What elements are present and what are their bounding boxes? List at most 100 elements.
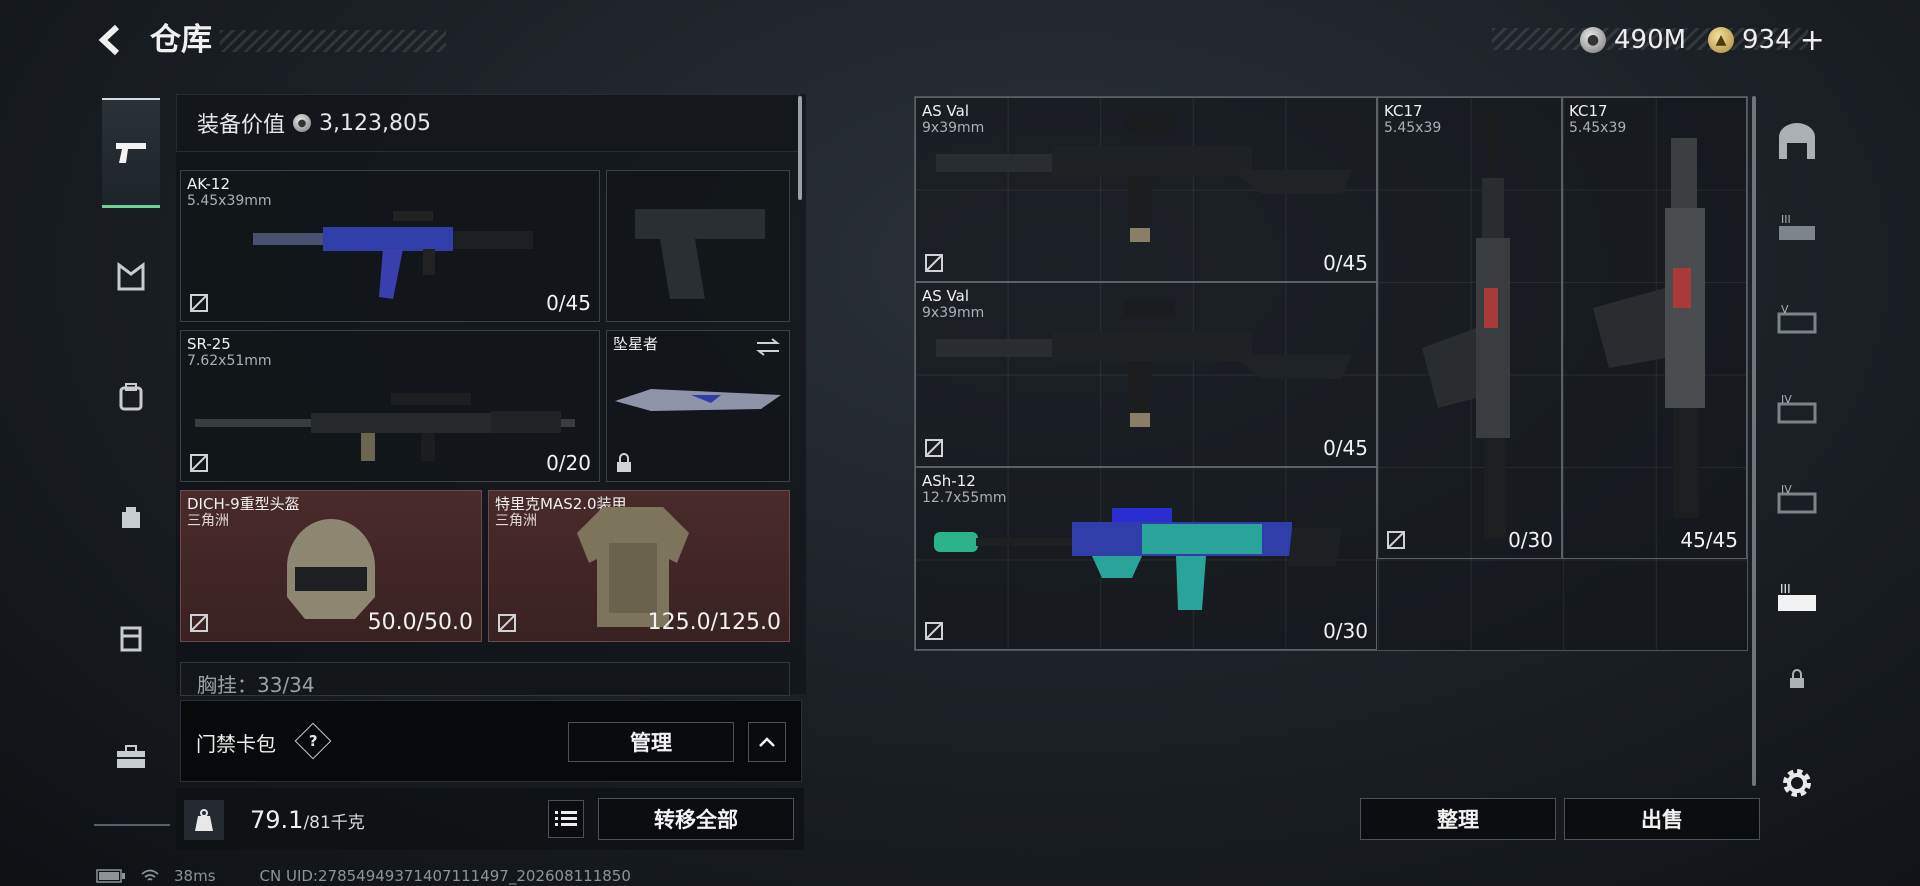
no-insurance-icon xyxy=(498,614,516,632)
primary-weapon-slot[interactable]: AK-12 5.45x39mm 0/45 xyxy=(180,170,600,322)
ammo-count: 0/20 xyxy=(546,451,591,475)
sell-button[interactable]: 出售 xyxy=(1564,798,1760,840)
silver-coin-icon: ● xyxy=(293,114,312,132)
item-name: AK-12 xyxy=(187,175,231,193)
sr25-rifle-icon xyxy=(195,393,575,461)
ammo-count: 0/45 xyxy=(1323,251,1368,275)
gear-icon xyxy=(1783,769,1811,797)
chevron-up-icon xyxy=(759,737,775,747)
backpack-icon xyxy=(119,383,143,411)
storage-tier-icon: IV xyxy=(1777,483,1817,514)
tab-storage-5[interactable]: V xyxy=(1774,296,1820,342)
weight-icon xyxy=(195,809,213,831)
as-val-rifle-icon xyxy=(936,116,1352,242)
ak12-rifle-icon xyxy=(253,211,533,299)
tab-storage-4b[interactable]: IV xyxy=(1774,476,1820,522)
item-name: SR-25 xyxy=(187,335,231,353)
nav-weapons[interactable] xyxy=(102,98,160,208)
list-icon xyxy=(555,811,577,826)
no-insurance-icon xyxy=(190,454,208,472)
storage-tabs-nav: III V IV IV III xyxy=(1762,96,1832,836)
tab-storage-3b-active[interactable]: III xyxy=(1774,576,1820,622)
list-view-button[interactable] xyxy=(548,800,584,838)
no-insurance-icon xyxy=(1387,531,1405,549)
svg-text:IV: IV xyxy=(1781,393,1792,406)
nav-chest-rig[interactable] xyxy=(102,222,160,332)
swap-icon[interactable] xyxy=(755,337,781,357)
no-insurance-icon xyxy=(190,294,208,312)
tab-storage-3a[interactable]: III xyxy=(1774,206,1820,252)
storage-scrollbar[interactable] xyxy=(1752,96,1756,786)
back-arrow-icon xyxy=(98,24,120,56)
storage-item-kc17[interactable]: KC17 5.45x39 0/30 xyxy=(1377,97,1562,559)
tab-storage-main[interactable] xyxy=(1774,118,1820,164)
storage-tier-icon: IV xyxy=(1777,393,1817,424)
collapse-button[interactable] xyxy=(748,722,786,762)
gold-currency[interactable]: ▲ 934 + xyxy=(1708,20,1825,60)
pistol-placeholder-icon xyxy=(635,209,765,299)
lock-icon xyxy=(1790,669,1804,688)
no-insurance-icon xyxy=(925,622,943,640)
storage-item-kc17[interactable]: KC17 5.45x39 45/45 xyxy=(1562,97,1747,559)
ammo-count: 0/45 xyxy=(546,291,591,315)
tab-locked[interactable] xyxy=(1774,656,1820,702)
top-bar: 仓库 ● 490M ▲ 934 + xyxy=(0,0,1920,80)
chest-rig-label: 胸挂：33/34 xyxy=(197,673,315,696)
melee-slot[interactable]: 坠星者 xyxy=(606,330,790,482)
sort-button[interactable]: 整理 xyxy=(1360,798,1556,840)
tab-storage-4a[interactable]: IV xyxy=(1774,386,1820,432)
as-val-rifle-icon xyxy=(936,301,1352,427)
armor-slot[interactable]: 特里克MAS2.0装甲 三角洲 125.0/125.0 xyxy=(488,490,790,642)
item-origin: 三角洲 xyxy=(187,513,229,529)
equipment-value-amount: 3,123,805 xyxy=(319,110,431,136)
sidearm-slot-empty[interactable] xyxy=(606,170,790,322)
nav-pouch[interactable] xyxy=(102,462,160,572)
silver-coin-icon: ● xyxy=(1580,27,1606,53)
gold-amount: 934 xyxy=(1742,25,1792,55)
left-category-nav xyxy=(92,92,170,832)
silver-amount: 490M xyxy=(1614,25,1687,55)
add-currency-button[interactable]: + xyxy=(1800,23,1825,58)
nav-divider xyxy=(94,824,170,826)
silver-currency[interactable]: ● 490M xyxy=(1580,20,1686,60)
back-button[interactable] xyxy=(92,20,132,60)
transfer-all-button[interactable]: 转移全部 xyxy=(598,798,794,840)
svg-text:V: V xyxy=(1781,303,1789,316)
chest-rig-row[interactable]: 胸挂：33/34 xyxy=(180,662,790,696)
kc17-rifle-icon xyxy=(1593,138,1705,518)
warehouse-icon xyxy=(1779,123,1815,159)
ammo-count: 45/45 xyxy=(1680,528,1738,552)
nav-safe-box[interactable] xyxy=(102,582,160,692)
chest-rig-icon xyxy=(117,262,145,291)
title-decoration xyxy=(220,30,446,52)
melee-weapon-icon xyxy=(615,389,781,411)
no-insurance-icon xyxy=(925,439,943,457)
manage-button[interactable]: 管理 xyxy=(568,722,734,762)
weight-icon-box xyxy=(184,800,224,840)
pouch-icon xyxy=(122,507,140,528)
equipment-value-row: 装备价值 ● 3,123,805 xyxy=(176,94,800,152)
gold-coin-icon: ▲ xyxy=(1708,27,1734,53)
no-insurance-icon xyxy=(190,614,208,632)
nav-backpack[interactable] xyxy=(102,342,160,452)
storage-item-as-val[interactable]: AS Val 9x39mm 0/45 xyxy=(915,282,1377,467)
weight-text: 79.1/81千克 xyxy=(250,806,365,834)
svg-text:III: III xyxy=(1781,213,1791,226)
loadout-scrollbar[interactable] xyxy=(798,96,802,200)
ammo-count: 0/30 xyxy=(1323,619,1368,643)
storage-item-ash-12[interactable]: ASh-12 12.7x55mm 0/30 xyxy=(915,467,1377,650)
storage-item-as-val[interactable]: AS Val 9x39mm 0/45 xyxy=(915,97,1377,282)
durability-count: 50.0/50.0 xyxy=(367,610,473,635)
nav-toolbox[interactable] xyxy=(102,702,160,812)
secondary-weapon-slot[interactable]: SR-25 7.62x51mm 0/20 xyxy=(180,330,600,482)
uid-text: CN UID:27854949371407111497_202608111850 xyxy=(259,867,631,885)
ash-12-rifle-icon xyxy=(934,508,1342,610)
item-name: ASh-12 xyxy=(922,472,976,490)
item-name: KC17 xyxy=(1569,102,1608,120)
helmet-slot[interactable]: DICH-9重型头盔 三角洲 50.0/50.0 xyxy=(180,490,482,642)
item-caliber: 5.45x39 xyxy=(1569,120,1627,136)
kc17-rifle-icon xyxy=(1422,108,1510,538)
settings-button[interactable] xyxy=(1774,760,1820,806)
storage-tier-icon: III xyxy=(1779,213,1815,240)
ammo-count: 0/30 xyxy=(1508,528,1553,552)
